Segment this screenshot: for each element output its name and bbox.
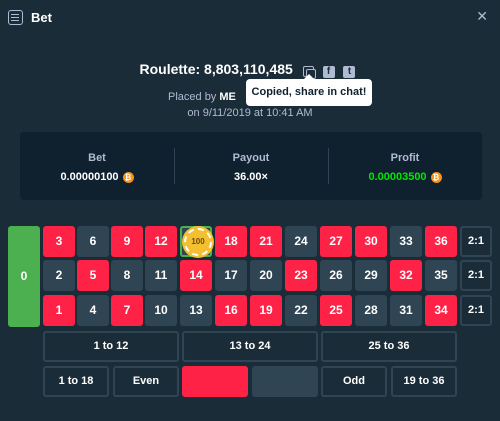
roulette-number-36[interactable]: 36 [425, 226, 457, 257]
roulette-number-32[interactable]: 32 [390, 260, 422, 291]
black-bet-button[interactable] [252, 366, 318, 397]
roulette-number-14[interactable]: 14 [180, 260, 212, 291]
roulette-number-1[interactable]: 1 [43, 295, 75, 326]
roulette-number-12[interactable]: 12 [145, 226, 177, 257]
game-label: Roulette: 8,803,110,485 [139, 61, 293, 77]
modal-title: Bet [31, 9, 52, 25]
roulette-zero[interactable]: 0 [8, 226, 40, 327]
stat-bet: Bet 0.00000100 ₿ [20, 132, 174, 200]
roulette-number-33[interactable]: 33 [390, 226, 422, 257]
column-bet-2[interactable]: 2:1 [460, 260, 492, 291]
close-icon[interactable]: ✕ [476, 9, 488, 23]
roulette-number-11[interactable]: 11 [145, 260, 177, 291]
column-bet-3[interactable]: 2:1 [460, 295, 492, 326]
placed-by: Placed by ME [168, 91, 236, 103]
odd-bet-button[interactable]: Odd [321, 366, 387, 397]
roulette-number-26[interactable]: 26 [320, 260, 352, 291]
roulette-number-18[interactable]: 18 [215, 226, 247, 257]
roulette-number-19[interactable]: 19 [250, 295, 282, 326]
roulette-number-6[interactable]: 6 [77, 226, 109, 257]
stat-profit: Profit 0.00003500 ₿ [328, 132, 482, 200]
roulette-number-30[interactable]: 30 [355, 226, 387, 257]
roulette-number-4[interactable]: 4 [77, 295, 109, 326]
roulette-number-2[interactable]: 2 [43, 260, 75, 291]
facebook-icon[interactable]: f [322, 65, 335, 78]
high-bet-button[interactable]: 19 to 36 [391, 366, 457, 397]
copied-tooltip: Copied, share in chat! [246, 74, 372, 106]
dozen-bet-3[interactable]: 25 to 36 [321, 331, 457, 362]
roulette-number-13[interactable]: 13 [180, 295, 212, 326]
roulette-number-35[interactable]: 35 [425, 260, 457, 291]
twitter-icon[interactable]: t [343, 65, 356, 78]
roulette-number-28[interactable]: 28 [355, 295, 387, 326]
stat-payout: Payout 36.00× [174, 132, 328, 200]
roulette-number-23[interactable]: 23 [285, 260, 317, 291]
stat-payout-label: Payout [232, 152, 270, 164]
roulette-number-31[interactable]: 31 [390, 295, 422, 326]
stat-profit-value: 0.00003500 ₿ [368, 171, 442, 183]
bet-chip: 100 [184, 228, 212, 256]
roulette-number-10[interactable]: 10 [145, 295, 177, 326]
roulette-number-29[interactable]: 29 [355, 260, 387, 291]
roulette-number-7[interactable]: 7 [111, 295, 143, 326]
roulette-number-9[interactable]: 9 [111, 226, 143, 257]
bet-list-icon [8, 9, 23, 25]
roulette-number-22[interactable]: 22 [285, 295, 317, 326]
roulette-number-25[interactable]: 25 [320, 295, 352, 326]
roulette-number-24[interactable]: 24 [285, 226, 317, 257]
placed-by-label: Placed by [168, 91, 217, 103]
low-bet-button[interactable]: 1 to 18 [43, 366, 109, 397]
placed-date: on 9/11/2019 at 10:41 AM [187, 107, 313, 119]
stat-profit-label: Profit [390, 152, 420, 164]
roulette-number-8[interactable]: 8 [111, 260, 143, 291]
bitcoin-icon: ₿ [430, 171, 442, 183]
roulette-number-20[interactable]: 20 [250, 260, 282, 291]
bet-stats-panel: Bet 0.00000100 ₿ Payout 36.00× Profit 0.0… [20, 132, 482, 200]
red-bet-button[interactable] [182, 366, 248, 397]
roulette-number-27[interactable]: 27 [320, 226, 352, 257]
bitcoin-icon: ₿ [122, 171, 134, 183]
dozen-bet-2[interactable]: 13 to 24 [182, 331, 318, 362]
stat-bet-value: 0.00000100 ₿ [60, 171, 134, 183]
column-bet-1[interactable]: 2:1 [460, 226, 492, 257]
dozen-bet-1[interactable]: 1 to 12 [43, 331, 179, 362]
roulette-number-5[interactable]: 5 [77, 260, 109, 291]
roulette-number-17[interactable]: 17 [215, 260, 247, 291]
stat-bet-label: Bet [88, 152, 106, 164]
roulette-number-3[interactable]: 3 [43, 226, 75, 257]
game-id-line: Roulette: 8,803,110,485 f t [0, 61, 500, 80]
stat-payout-value: 36.00× [234, 171, 268, 183]
even-bet-button[interactable]: Even [113, 366, 179, 397]
placed-by-user[interactable]: ME [219, 91, 236, 103]
roulette-number-21[interactable]: 21 [250, 226, 282, 257]
roulette-number-16[interactable]: 16 [215, 295, 247, 326]
roulette-number-34[interactable]: 34 [425, 295, 457, 326]
modal-header: Bet ✕ [0, 0, 500, 34]
